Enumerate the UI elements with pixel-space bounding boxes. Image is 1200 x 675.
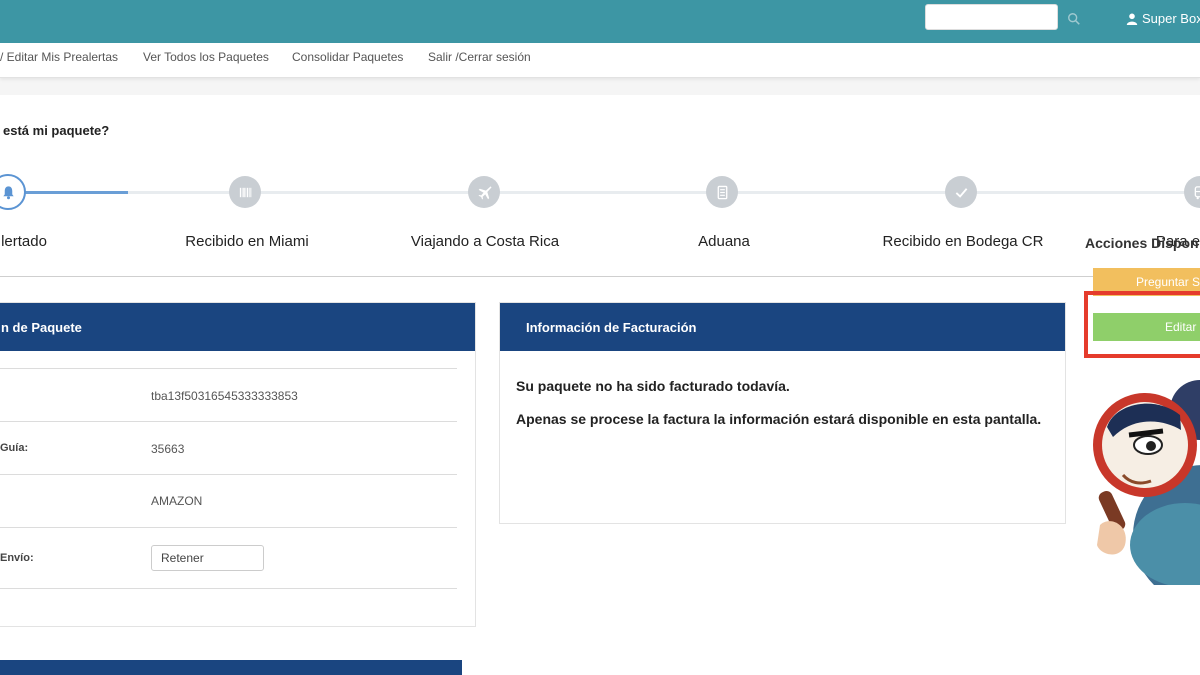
nav-item-edit-prealerts[interactable]: / Editar Mis Prealertas	[0, 50, 118, 64]
nav-bar: / Editar Mis Prealertas Ver Todos los Pa…	[0, 43, 1200, 78]
bell-icon	[2, 185, 14, 199]
package-panel-header: n de Paquete	[0, 303, 475, 351]
guide-number: 35663	[151, 442, 185, 456]
detective-mascot-image	[1093, 380, 1200, 585]
billing-panel-header: Información de Facturación	[500, 303, 1065, 351]
user-icon	[1126, 13, 1138, 25]
search-input[interactable]	[925, 4, 1058, 30]
nav-item-logout[interactable]: Salir /Cerrar sesión	[428, 50, 531, 64]
step-dot-customs	[706, 176, 738, 208]
bus-icon	[1194, 185, 1200, 199]
row-divider	[0, 588, 457, 589]
actions-title: Acciones Dispon	[1085, 235, 1199, 251]
row-divider	[0, 527, 457, 528]
row-divider	[0, 474, 457, 475]
billing-panel: Información de Facturación Su paquete no…	[499, 302, 1066, 524]
billing-status-text: Su paquete no ha sido facturado todavía.	[516, 378, 790, 394]
guide-label: Guía:	[0, 442, 29, 454]
nav-item-consolidate[interactable]: Consolidar Paquetes	[292, 50, 403, 64]
package-info-panel: n de Paquete	[0, 302, 476, 627]
tracking-number: tba13f50316545333333853	[151, 389, 298, 403]
billing-info-text: Apenas se procese la factura la informac…	[516, 411, 1042, 427]
airplane-icon	[478, 185, 492, 199]
document-icon	[717, 185, 727, 199]
nav-item-all-packages[interactable]: Ver Todos los Paquetes	[143, 50, 269, 64]
check-icon	[955, 187, 967, 198]
billing-panel-title: Información de Facturación	[526, 319, 697, 335]
row-divider	[0, 368, 457, 369]
step-dot-miami	[229, 176, 261, 208]
track-line	[128, 191, 1200, 194]
step-label-warehouse: Recibido en Bodega CR	[882, 233, 1044, 250]
next-panel-header	[0, 660, 462, 675]
package-panel-title: n de Paquete	[1, 319, 82, 335]
shipping-label: Envío:	[0, 552, 34, 564]
step-dot-traveling	[468, 176, 500, 208]
search-icon[interactable]	[1067, 12, 1081, 26]
step-dot-alerted	[0, 174, 26, 210]
shipping-select[interactable]: Retener	[151, 545, 264, 571]
edit-button[interactable]: Editar	[1093, 313, 1200, 341]
user-name: Super Box	[1142, 11, 1200, 26]
top-bar: Super Box	[0, 0, 1200, 43]
row-divider	[0, 421, 457, 422]
page-title: está mi paquete?	[3, 123, 110, 138]
step-label-traveling: Viajando a Costa Rica	[410, 233, 560, 250]
step-dot-warehouse	[945, 176, 977, 208]
step-label-customs: Aduana	[698, 233, 750, 250]
barcode-icon	[239, 187, 251, 197]
tracker-divider	[0, 276, 1200, 277]
step-label-miami: Recibido en Miami	[185, 233, 309, 250]
step-dot-delivery	[1184, 176, 1200, 208]
user-menu[interactable]: Super Box	[1126, 11, 1200, 26]
step-label-alerted: lertado	[1, 233, 47, 250]
store-name: AMAZON	[151, 494, 203, 508]
